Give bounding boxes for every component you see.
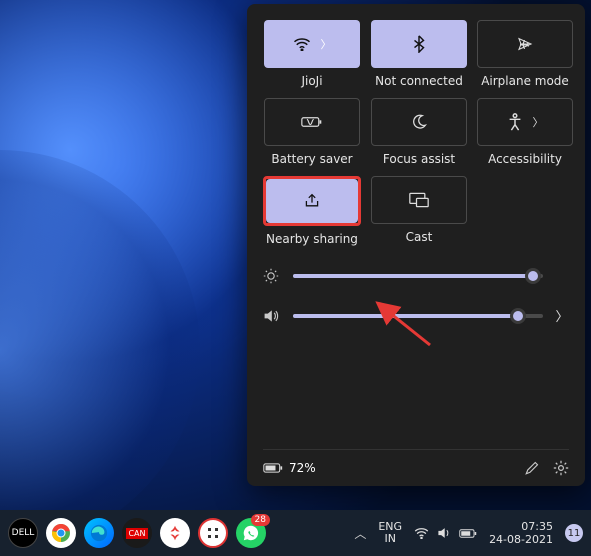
edge-app-icon[interactable] <box>84 518 114 548</box>
whatsapp-app-icon[interactable]: 28 <box>236 518 266 548</box>
taskbar: DELL CAN 28 ︿ ENG IN 07:35 24-08-2021 11 <box>0 510 591 556</box>
dell-app-icon[interactable]: DELL <box>8 518 38 548</box>
accessibility-tile[interactable]: 〉 <box>477 98 573 146</box>
system-icons-button[interactable] <box>414 526 477 540</box>
brightness-slider-row <box>263 268 569 284</box>
system-tray: ︿ ENG IN 07:35 24-08-2021 11 <box>354 520 583 546</box>
quick-settings-grid: 〉 JioJi Not connected Airplane mode Batt… <box>263 20 569 246</box>
clock[interactable]: 07:35 24-08-2021 <box>489 520 553 546</box>
whatsapp-badge: 28 <box>251 514 270 526</box>
battery-saver-label: Battery saver <box>271 152 352 166</box>
pencil-icon <box>524 461 539 476</box>
wifi-label: JioJi <box>301 74 322 88</box>
accessibility-label: Accessibility <box>488 152 562 166</box>
quick-settings-panel: 〉 JioJi Not connected Airplane mode Batt… <box>247 4 585 486</box>
chevron-right-icon: 〉 <box>533 114 544 130</box>
share-icon <box>303 193 321 209</box>
chrome-app-icon[interactable] <box>46 518 76 548</box>
panel-footer: 72% <box>263 449 569 476</box>
wifi-tile[interactable]: 〉 <box>264 20 360 68</box>
gear-icon <box>553 460 569 476</box>
volume-slider-row: 〉 <box>263 306 569 325</box>
volume-slider[interactable] <box>293 314 543 318</box>
battery-status[interactable]: 72% <box>263 461 316 475</box>
battery-saver-icon <box>301 115 323 129</box>
airplane-icon <box>516 36 534 52</box>
huawei-app-icon[interactable] <box>160 518 190 548</box>
sliders-section: 〉 <box>263 268 569 325</box>
cast-label: Cast <box>406 230 433 244</box>
accessibility-icon <box>507 113 523 131</box>
brightness-slider[interactable] <box>293 274 543 278</box>
bluetooth-label: Not connected <box>375 74 463 88</box>
nearby-sharing-tile[interactable] <box>266 179 358 223</box>
cast-tile[interactable] <box>371 176 467 224</box>
chevron-right-icon: 〉 <box>321 36 332 52</box>
airplane-label: Airplane mode <box>481 74 569 88</box>
battery-icon <box>263 462 283 474</box>
notification-count[interactable]: 11 <box>565 524 583 542</box>
battery-icon <box>459 528 477 539</box>
speaker-icon <box>437 526 451 540</box>
cast-icon <box>409 192 429 208</box>
battery-percent: 72% <box>289 461 316 475</box>
clock-time: 07:35 <box>489 520 553 533</box>
brightness-icon <box>263 268 281 284</box>
settings-button[interactable] <box>553 460 569 476</box>
nearby-sharing-label: Nearby sharing <box>266 232 358 246</box>
bluetooth-tile[interactable] <box>371 20 467 68</box>
canada-app-icon[interactable]: CAN <box>122 518 152 548</box>
speaker-icon <box>263 308 281 324</box>
airplane-tile[interactable] <box>477 20 573 68</box>
focus-assist-label: Focus assist <box>383 152 455 166</box>
focus-assist-tile[interactable] <box>371 98 467 146</box>
moon-icon <box>411 114 427 130</box>
recorder-app-icon[interactable] <box>198 518 228 548</box>
annotation-highlight <box>263 176 361 226</box>
clock-date: 24-08-2021 <box>489 533 553 546</box>
tray-overflow-button[interactable]: ︿ <box>354 525 366 542</box>
battery-saver-tile[interactable] <box>264 98 360 146</box>
bluetooth-icon <box>413 35 425 53</box>
wifi-icon <box>293 37 311 51</box>
language-indicator[interactable]: ENG IN <box>378 521 402 545</box>
chevron-right-icon[interactable]: 〉 <box>555 306 569 325</box>
edit-button[interactable] <box>524 461 539 476</box>
wifi-icon <box>414 527 429 539</box>
